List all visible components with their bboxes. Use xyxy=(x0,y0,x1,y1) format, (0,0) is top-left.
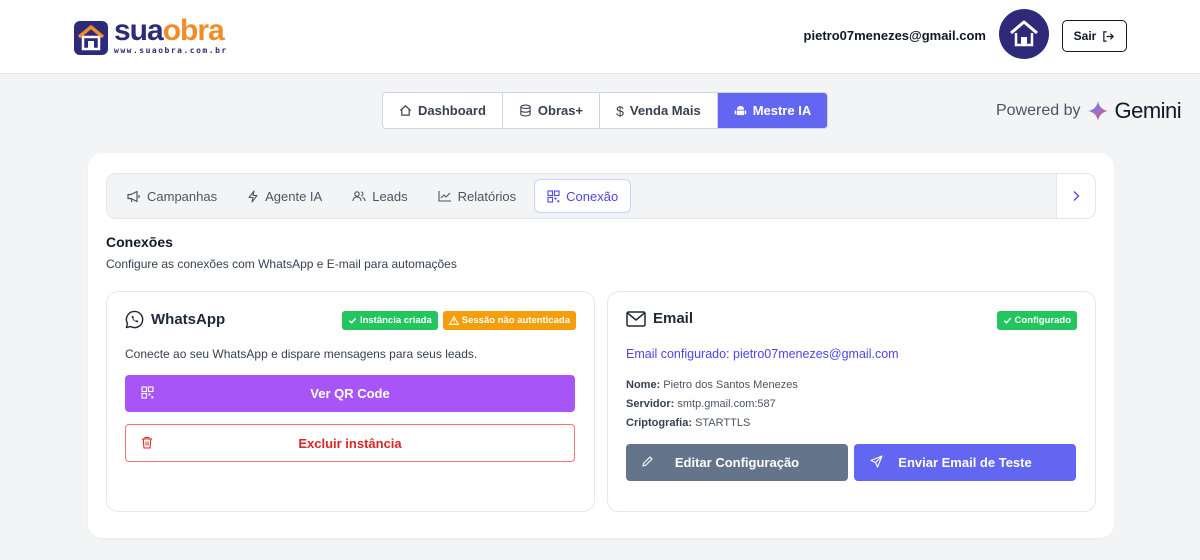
whatsapp-description: Conecte ao seu WhatsApp e dispare mensag… xyxy=(125,347,478,361)
chevron-right-icon xyxy=(1073,191,1080,201)
detail-server: Servidor: smtp.gmail.com:587 xyxy=(626,398,776,410)
tab-relatorios[interactable]: Relatórios xyxy=(426,179,529,213)
whatsapp-title: WhatsApp xyxy=(151,311,226,328)
top-header: suaobra www.suaobra.com.br pietro07menez… xyxy=(0,0,1200,74)
check-icon xyxy=(348,317,357,324)
send-test-email-button[interactable]: Enviar Email de Teste xyxy=(854,444,1076,481)
house-avatar-icon xyxy=(1010,20,1038,47)
chart-line-icon xyxy=(438,191,451,202)
powered-by-gemini: Powered by Gemini xyxy=(996,98,1182,124)
email-title: Email xyxy=(653,310,694,327)
nav-mestre-ia[interactable]: Mestre IA xyxy=(717,93,828,128)
suaobra-logo[interactable]: suaobra www.suaobra.com.br xyxy=(74,14,228,59)
email-panel: Email Configurado Email configurado: pie… xyxy=(607,291,1096,512)
tab-campanhas[interactable]: Campanhas xyxy=(115,179,229,213)
view-qr-code-button[interactable]: Ver QR Code xyxy=(125,375,575,412)
mail-icon xyxy=(626,310,646,327)
pencil-icon xyxy=(642,456,653,467)
tab-leads[interactable]: Leads xyxy=(340,179,419,213)
logout-button[interactable]: Sair xyxy=(1062,20,1127,52)
edit-config-button[interactable]: Editar Configuração xyxy=(626,444,848,481)
gemini-brand: Gemini xyxy=(1114,98,1182,123)
subtabs-next-button[interactable] xyxy=(1056,173,1096,219)
configured-email-value: pietro07menezes@gmail.com xyxy=(733,347,899,361)
users-icon xyxy=(352,191,366,202)
logo-url: www.suaobra.com.br xyxy=(114,46,228,55)
main-navigation: Dashboard Obras+ $ Venda Mais Mestre IA xyxy=(382,92,829,129)
android-icon xyxy=(734,105,746,116)
trash-icon xyxy=(142,436,152,449)
configured-email: Email configurado: pietro07menezes@gmail… xyxy=(626,347,899,361)
tab-conexao[interactable]: Conexão xyxy=(534,179,632,213)
nav-dashboard[interactable]: Dashboard xyxy=(383,93,503,128)
dollar-icon: $ xyxy=(616,102,624,119)
subtabs-bar: Campanhas Agente IA Leads Relatórios Con… xyxy=(106,173,1096,219)
gemini-sparkle-icon xyxy=(1087,101,1108,121)
section-title: Conexões xyxy=(106,234,173,250)
configured-email-label: Email configurado: xyxy=(626,347,730,361)
whatsapp-icon xyxy=(125,310,144,329)
logo-word-obra: obra xyxy=(162,14,225,47)
home-icon xyxy=(399,105,412,116)
logout-label: Sair xyxy=(1073,29,1097,43)
house-logo-icon xyxy=(74,21,108,55)
instance-created-badge: Instância criada xyxy=(341,311,438,330)
warning-icon xyxy=(448,316,459,325)
database-icon xyxy=(520,104,531,117)
qr-code-icon xyxy=(141,386,154,399)
nav-venda-mais[interactable]: $ Venda Mais xyxy=(600,93,718,128)
avatar[interactable] xyxy=(999,9,1049,59)
logo-word-sua: sua xyxy=(114,14,164,47)
detail-crypto: Criptografia: STARTTLS xyxy=(626,417,751,429)
delete-instance-button[interactable]: Excluir instância xyxy=(125,424,575,462)
powered-by-label: Powered by xyxy=(996,102,1081,119)
section-description: Configure as conexões com WhatsApp e E-m… xyxy=(106,257,457,271)
session-unauthenticated-badge: Sessão não autenticada xyxy=(442,311,576,330)
tab-agente-ia[interactable]: Agente IA xyxy=(235,179,334,213)
lightning-icon xyxy=(248,189,258,203)
megaphone-icon xyxy=(127,190,140,202)
configured-badge: Configurado xyxy=(996,311,1077,330)
detail-name: Nome: Pietro dos Santos Menezes xyxy=(626,379,798,391)
content-card: Campanhas Agente IA Leads Relatórios Con… xyxy=(88,153,1114,538)
user-email: pietro07menezes@gmail.com xyxy=(803,28,986,43)
nav-obras[interactable]: Obras+ xyxy=(503,93,601,128)
send-icon xyxy=(870,455,883,468)
logout-icon xyxy=(1103,30,1115,42)
qr-code-icon xyxy=(547,189,560,203)
check-icon xyxy=(1003,317,1011,324)
whatsapp-panel: WhatsApp Instância criada Sessão não aut… xyxy=(106,291,595,512)
